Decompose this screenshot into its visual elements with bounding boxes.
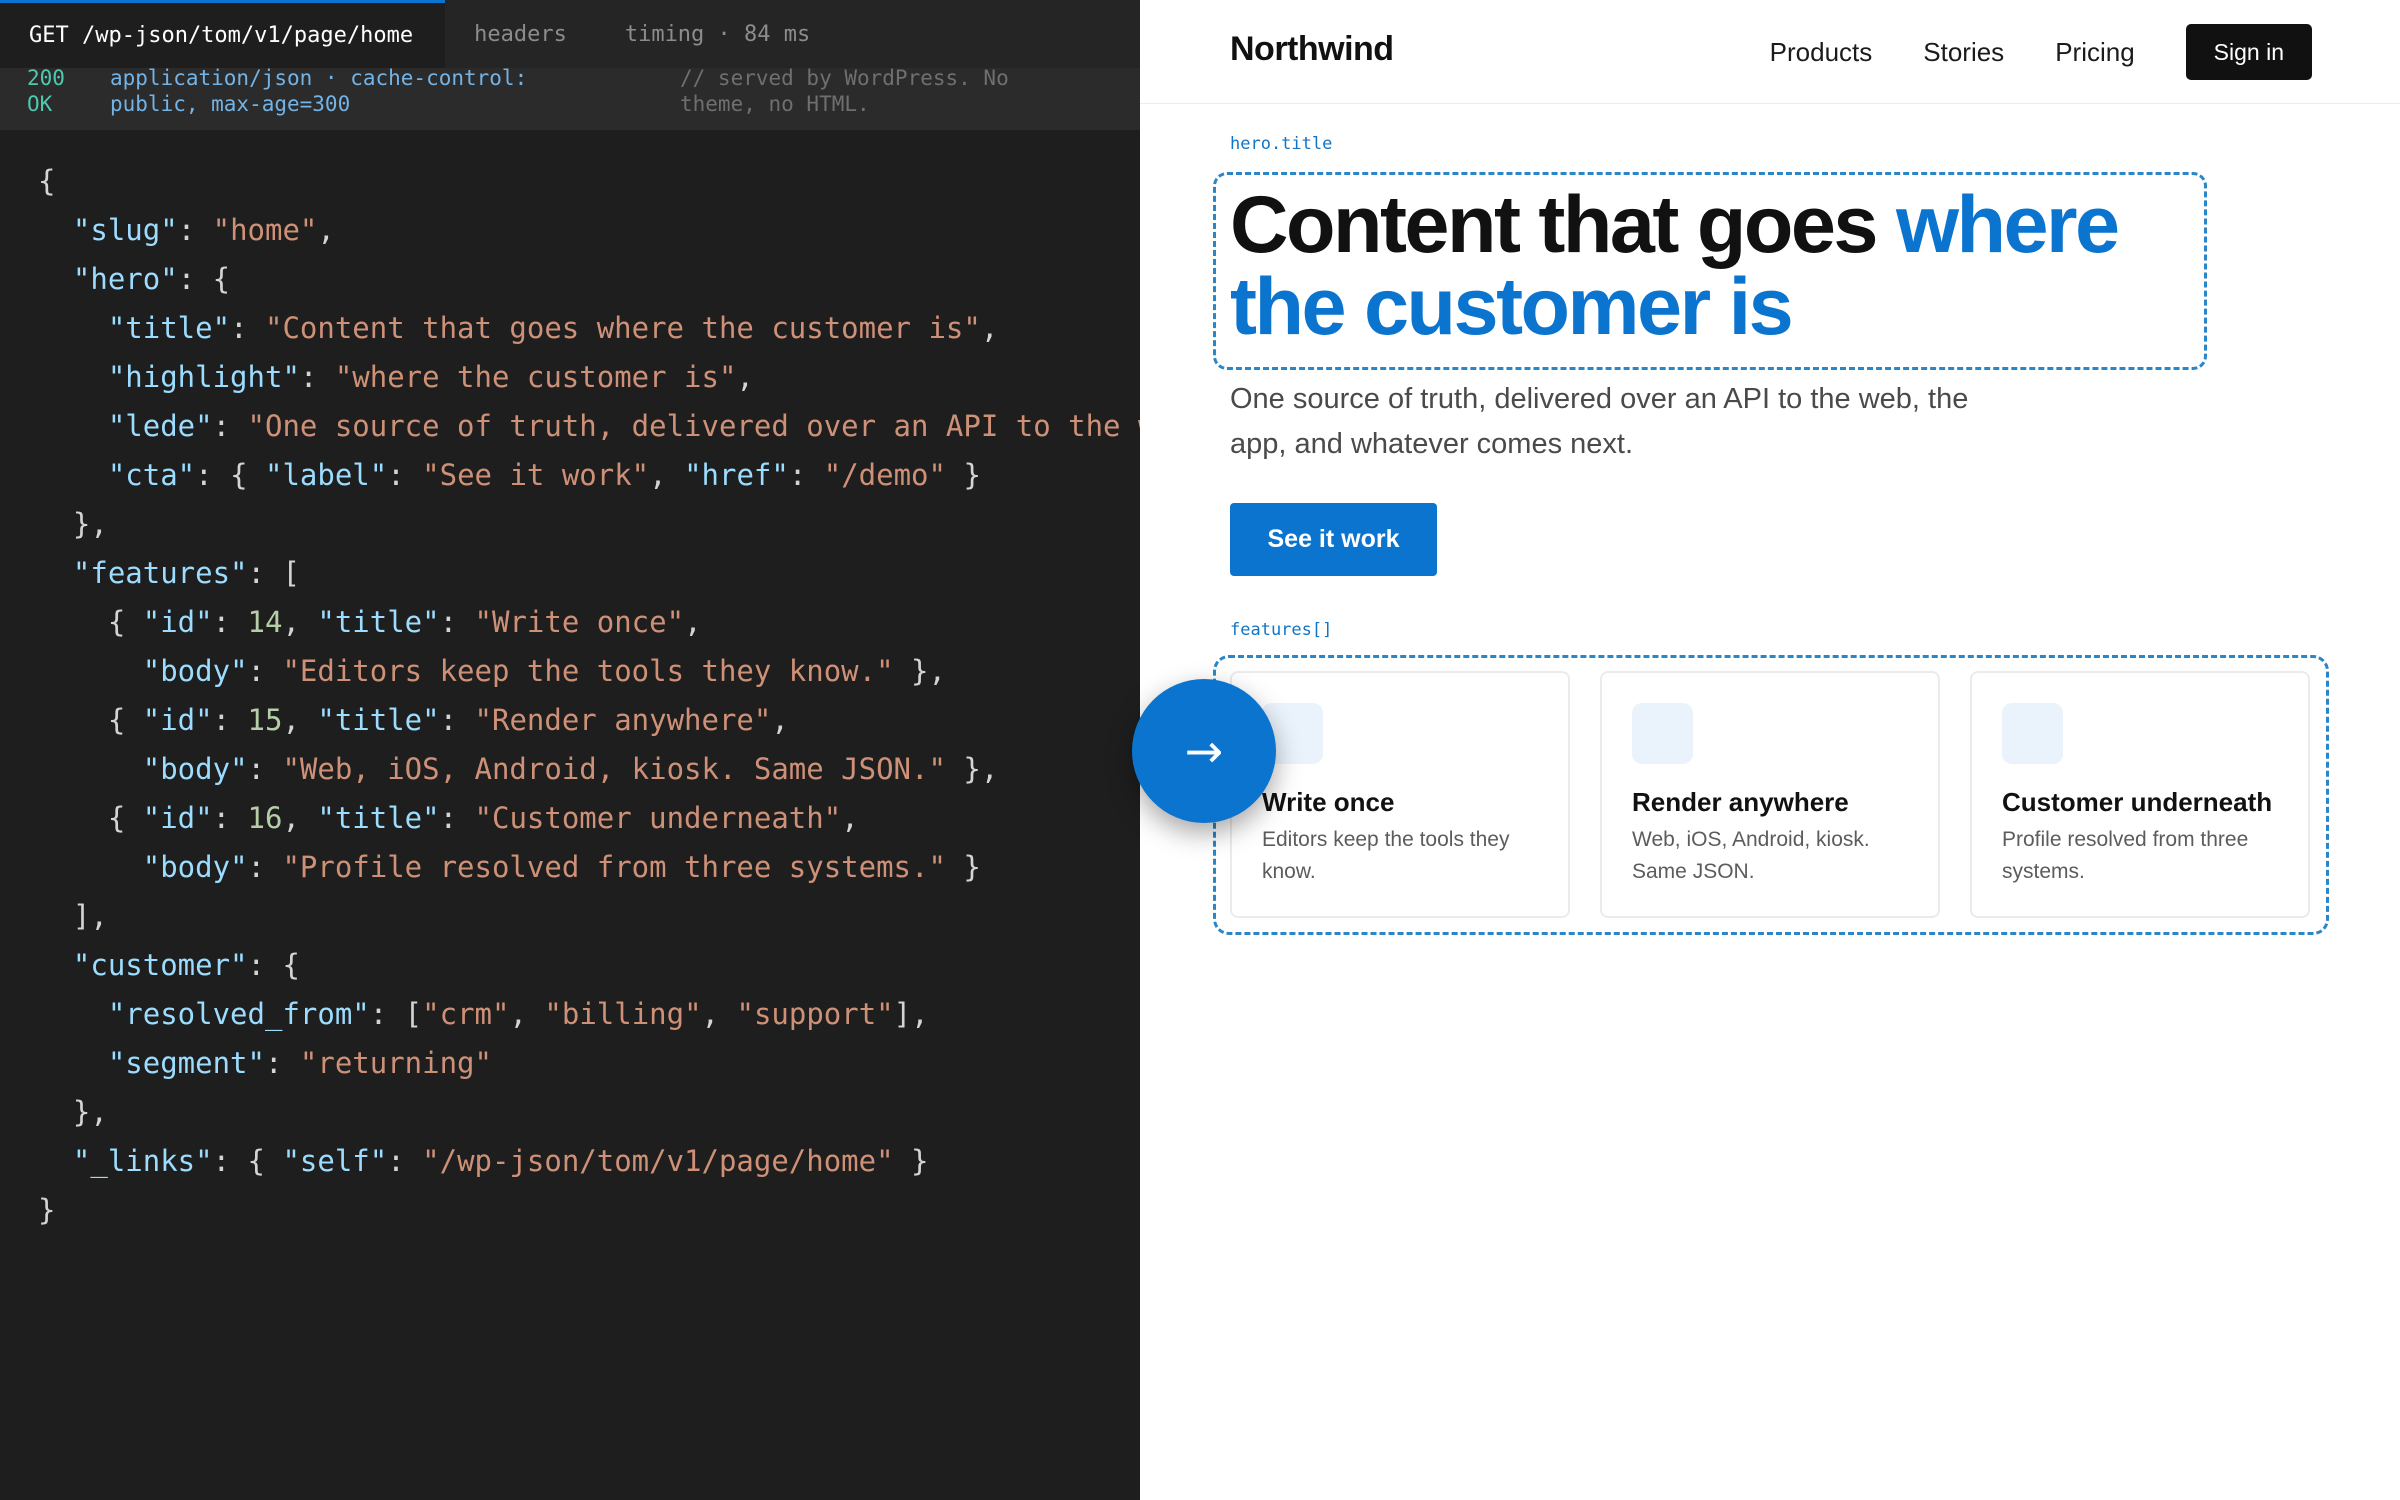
- hero-title-lead: Content that goes: [1230, 180, 1896, 270]
- json-slug: "home": [212, 213, 318, 247]
- nav-products[interactable]: Products: [1770, 37, 1873, 68]
- brand-logo[interactable]: Northwind: [1230, 30, 1394, 69]
- hero-title-tag: hero.title: [1230, 134, 1333, 154]
- features-tag: features[]: [1230, 620, 1333, 640]
- feature-body: Editors keep the tools they know.: [1262, 828, 1510, 883]
- status-text: OK: [27, 92, 53, 116]
- feature-icon: [2002, 703, 2063, 764]
- feature-title: Render anywhere: [1632, 787, 1849, 817]
- feature-body: Web, iOS, Android, kiosk. Same JSON.: [1632, 828, 1870, 883]
- feature-icon: [1632, 703, 1693, 764]
- response-status-bar: 200 OK application/json · cache-control:…: [0, 66, 1140, 130]
- nav-pricing[interactable]: Pricing: [2055, 37, 2134, 68]
- content-type-line2: public, max-age=300: [110, 92, 351, 116]
- sign-in-button[interactable]: Sign in: [2185, 24, 2312, 80]
- right-arrow-icon[interactable]: →: [1132, 679, 1276, 823]
- see-it-work-button[interactable]: See it work: [1230, 503, 1437, 576]
- json-hero-title: Content that goes where the customer is: [282, 311, 964, 345]
- site-header: Northwind Products Stories Pricing Sign …: [1140, 0, 2400, 104]
- json-hero-highlight: where the customer is: [352, 360, 719, 394]
- hero-lede: One source of truth, delivered over an A…: [1230, 383, 1969, 460]
- json-hero-lede: One source of truth, delivered over an A…: [265, 409, 1140, 443]
- nav-stories[interactable]: Stories: [1923, 37, 2004, 68]
- rendered-site-preview: Northwind Products Stories Pricing Sign …: [1140, 0, 2400, 1500]
- feature-title: Customer underneath: [2002, 787, 2273, 817]
- feature-card[interactable]: Write once Editors keep the tools they k…: [1230, 671, 1570, 918]
- api-response-pane: GET /wp-json/tom/v1/page/home headers ti…: [0, 0, 1140, 1500]
- json-cta-label: See it work: [439, 458, 632, 492]
- server-note-line2: theme, no HTML.: [680, 92, 870, 116]
- json-cta-href: /demo: [841, 458, 929, 492]
- feature-card[interactable]: Customer underneath Profile resolved fro…: [1970, 671, 2310, 918]
- json-response-body: { "slug": "home", "hero": { "title": "Co…: [38, 157, 1140, 1235]
- feature-body: Profile resolved from three systems.: [2002, 828, 2249, 883]
- hero-title: Content that goes where the customer is: [1230, 184, 2170, 348]
- feature-title: Write once: [1262, 787, 1395, 817]
- main-nav: Products Stories Pricing Sign in: [1770, 24, 2312, 80]
- feature-card[interactable]: Render anywhere Web, iOS, Android, kiosk…: [1600, 671, 1940, 918]
